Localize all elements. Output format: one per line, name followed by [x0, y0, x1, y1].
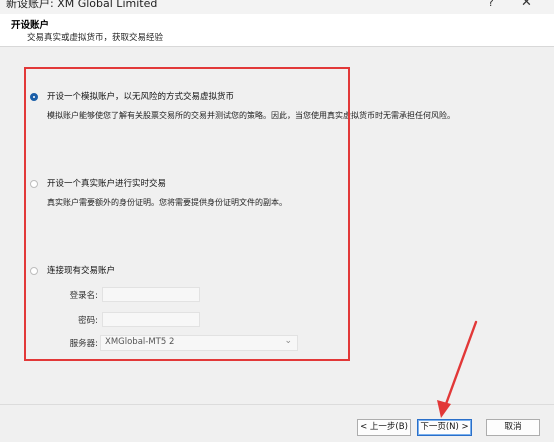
server-select[interactable]: XMGlobal-MT5 2 ⌄	[100, 335, 298, 351]
option-real-label[interactable]: 开设一个真实账户进行实时交易	[47, 177, 166, 189]
close-icon[interactable]: ✕	[521, 0, 532, 10]
dialog-header: 开设账户 交易真实或虚拟货币，获取交易经验	[0, 14, 554, 47]
back-button[interactable]: < 上一步(B)	[357, 419, 411, 436]
option-demo-label[interactable]: 开设一个模拟账户，以无风险的方式交易虚拟货币	[47, 90, 234, 102]
password-label: 密码:	[78, 316, 98, 326]
radio-existing-account[interactable]	[30, 267, 38, 275]
new-account-dialog: 新设账户: XM Global Limited ? ✕ 开设账户 交易真实或虚拟…	[0, 0, 554, 442]
window-title: 新设账户: XM Global Limited	[6, 0, 158, 10]
help-icon[interactable]: ?	[488, 0, 494, 9]
page-title: 开设账户	[11, 20, 50, 31]
login-input[interactable]	[102, 287, 200, 302]
chevron-down-icon: ⌄	[284, 336, 292, 346]
option-real-description: 真实账户需要额外的身份证明。您将需要提供身份证明文件的副本。	[47, 198, 287, 207]
server-label: 服务器:	[69, 339, 98, 349]
option-existing-label[interactable]: 连接现有交易账户	[47, 264, 115, 276]
title-bar: 新设账户: XM Global Limited ? ✕	[0, 0, 554, 14]
login-label: 登录名:	[69, 291, 98, 301]
password-input[interactable]	[102, 312, 200, 327]
cancel-button[interactable]: 取消	[486, 419, 540, 436]
page-subtitle: 交易真实或虚拟货币，获取交易经验	[27, 33, 164, 43]
radio-real-account[interactable]	[30, 180, 38, 188]
server-select-value: XMGlobal-MT5 2	[105, 337, 175, 347]
option-demo-description: 模拟账户能够使您了解有关股票交易所的交易并测试您的策略。因此，当您使用真实虚拟货…	[47, 111, 455, 120]
radio-demo-account[interactable]	[30, 93, 38, 101]
next-button[interactable]: 下一页(N) >	[417, 419, 472, 436]
